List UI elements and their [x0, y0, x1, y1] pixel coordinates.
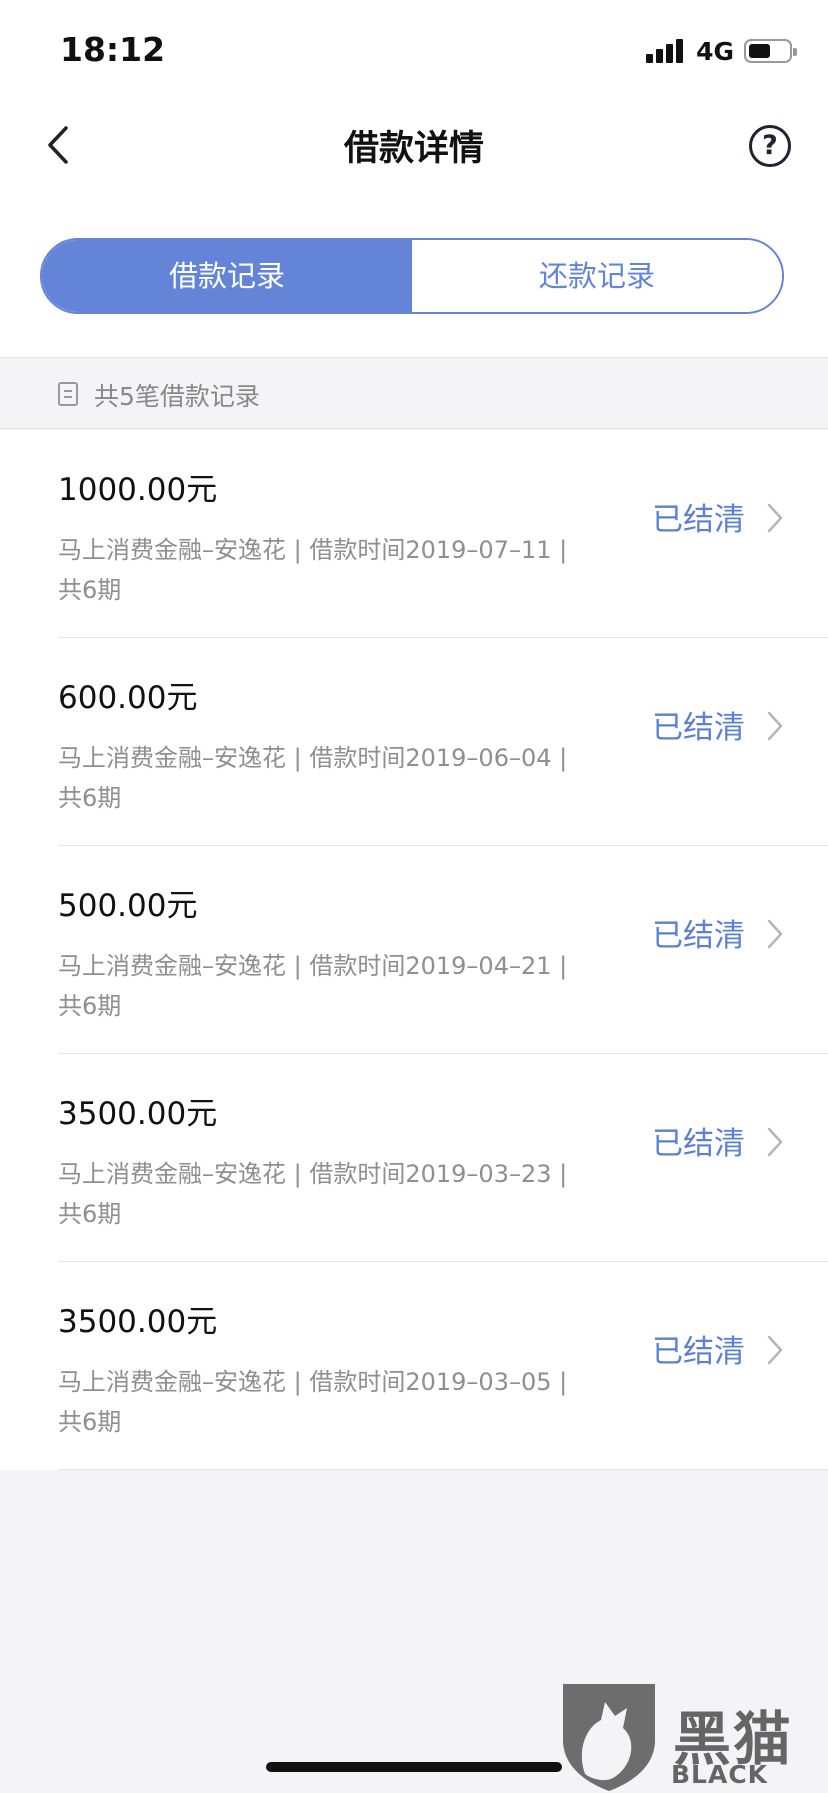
chevron-right-icon	[767, 919, 783, 949]
status-time: 18:12	[60, 30, 166, 69]
loan-lender-date: 马上消费金融–安逸花 | 借款时间2019–03–23 |	[58, 1160, 568, 1188]
loan-amount: 1000.00元	[58, 472, 218, 508]
loan-lender-date: 马上消费金融–安逸花 | 借款时间2019–07–11 |	[58, 536, 568, 564]
loan-description: 马上消费金融–安逸花 | 借款时间2019–03–23 | 共6期	[58, 1154, 618, 1234]
loan-record-list: 1000.00元 马上消费金融–安逸花 | 借款时间2019–07–11 | 共…	[0, 430, 828, 1470]
loan-status: 已结清	[652, 1126, 745, 1162]
chevron-right-icon	[767, 1335, 783, 1365]
screen: 18:12 4G 借款详情 ? 借款记录 还款记录 共5笔借款记录 1000.0…	[0, 0, 828, 1793]
watermark-sub: BLACK CAT	[671, 1760, 769, 1793]
battery-icon	[744, 39, 797, 63]
status-indicators: 4G	[646, 36, 797, 66]
loan-periods: 共6期	[58, 992, 122, 1020]
list-item[interactable]: 3500.00元 马上消费金融–安逸花 | 借款时间2019–03–23 | 共…	[0, 1054, 828, 1262]
battery-fill	[749, 44, 770, 58]
loan-status: 已结清	[652, 502, 745, 538]
loan-periods: 共6期	[58, 576, 122, 604]
black-cat-logo-icon	[563, 1684, 655, 1791]
loan-description: 马上消费金融–安逸花 | 借款时间2019–03–05 | 共6期	[58, 1362, 618, 1442]
document-icon	[58, 382, 78, 406]
loan-description: 马上消费金融–安逸花 | 借款时间2019–07–11 | 共6期	[58, 530, 618, 610]
records-summary: 共5笔借款记录	[0, 357, 828, 429]
loan-amount: 3500.00元	[58, 1096, 218, 1132]
loan-amount: 600.00元	[58, 680, 198, 716]
question-circle-icon: ?	[762, 130, 778, 161]
loan-status: 已结清	[652, 710, 745, 746]
list-item[interactable]: 500.00元 马上消费金融–安逸花 | 借款时间2019–04–21 | 共6…	[0, 846, 828, 1054]
help-button[interactable]: ?	[749, 125, 791, 167]
loan-periods: 共6期	[58, 1408, 122, 1436]
signal-icon	[646, 37, 686, 65]
list-item[interactable]: 600.00元 马上消费金融–安逸花 | 借款时间2019–06–04 | 共6…	[0, 638, 828, 846]
loan-description: 马上消费金融–安逸花 | 借款时间2019–04–21 | 共6期	[58, 946, 618, 1026]
chevron-right-icon	[767, 711, 783, 741]
loan-amount: 500.00元	[58, 888, 198, 924]
summary-text: 共5笔借款记录	[94, 382, 260, 411]
loan-description: 马上消费金融–安逸花 | 借款时间2019–06–04 | 共6期	[58, 738, 618, 818]
network-type: 4G	[696, 36, 734, 66]
watermark: 黑猫 BLACK CAT	[555, 1678, 828, 1793]
loan-amount: 3500.00元	[58, 1304, 218, 1340]
loan-periods: 共6期	[58, 1200, 122, 1228]
list-item[interactable]: 1000.00元 马上消费金融–安逸花 | 借款时间2019–07–11 | 共…	[0, 430, 828, 638]
tab-repayment-records[interactable]: 还款记录	[412, 240, 782, 312]
tab-loan-records[interactable]: 借款记录	[42, 240, 412, 312]
loan-lender-date: 马上消费金融–安逸花 | 借款时间2019–03–05 |	[58, 1368, 568, 1396]
top-area: 18:12 4G 借款详情 ? 借款记录 还款记录	[0, 0, 828, 357]
loan-lender-date: 马上消费金融–安逸花 | 借款时间2019–04–21 |	[58, 952, 568, 980]
record-tabs: 借款记录 还款记录	[40, 238, 784, 314]
loan-status: 已结清	[652, 918, 745, 954]
chevron-right-icon	[767, 1127, 783, 1157]
list-item[interactable]: 3500.00元 马上消费金融–安逸花 | 借款时间2019–03–05 | 共…	[0, 1262, 828, 1470]
loan-lender-date: 马上消费金融–安逸花 | 借款时间2019–06–04 |	[58, 744, 568, 772]
chevron-right-icon	[767, 503, 783, 533]
page-title: 借款详情	[343, 129, 484, 169]
loan-status: 已结清	[652, 1334, 745, 1370]
home-indicator[interactable]	[266, 1762, 562, 1772]
loan-periods: 共6期	[58, 784, 122, 812]
